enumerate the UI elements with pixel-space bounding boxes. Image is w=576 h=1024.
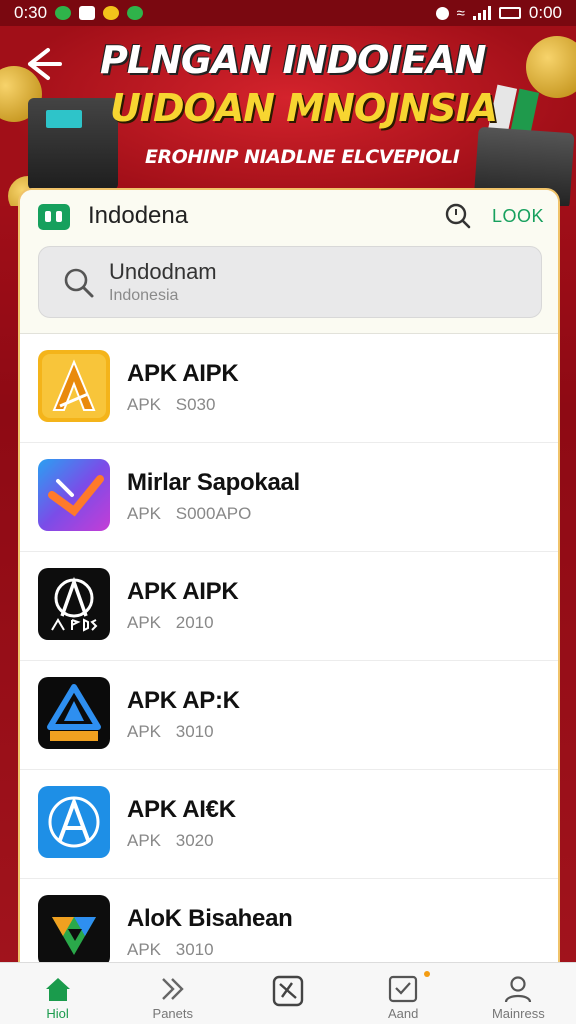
header-title: Indodena (88, 202, 189, 229)
app-name: AloK Bisahean (127, 905, 293, 932)
nav-label: Aand (387, 1006, 419, 1021)
app-list-card: Indodena LOOK Undodnam Indonesia APK AIP… (18, 188, 560, 978)
app-name: Mirlar Sapokaal (127, 469, 300, 496)
search-icon (64, 268, 94, 298)
apk-gradient-arrow-icon (38, 459, 110, 531)
app-list: APK AIPK APK S030 Mirlar Sapokaal APK S0… (20, 334, 558, 976)
checkbox-icon (389, 975, 418, 1003)
crossed-box-icon (272, 975, 304, 1007)
app-meta: APK S030 (127, 395, 216, 414)
card-header: Indodena LOOK Undodnam Indonesia (20, 190, 558, 334)
look-button[interactable]: LOOK (492, 206, 544, 227)
whatsapp-notification-icon (55, 6, 72, 20)
apk-black-apds-icon (38, 568, 110, 640)
banner-title-line1: PLNGAN INDOIEAN (100, 38, 487, 82)
app-meta: APK 3010 (127, 722, 214, 741)
nav-item-center[interactable] (233, 963, 343, 1024)
nav-label: Mainress (491, 1006, 545, 1021)
apk-yellow-a-icon (38, 350, 110, 422)
app-name: APK AP:K (127, 687, 240, 714)
nav-item-panets[interactable]: Panets (118, 963, 228, 1024)
apk-black-triangle-icon (38, 895, 110, 967)
search-placeholder: Indonesia (109, 287, 179, 304)
banner-title-line2: UIDOAN MNOJNSIA (110, 86, 498, 130)
app-meta: APK 2010 (127, 613, 214, 632)
wifi-icon: ≈ (456, 4, 465, 22)
mail-notification-icon (79, 6, 96, 20)
bottom-navigation: Hiol Panets Aand Mainress (0, 962, 576, 1024)
app-name: APK AIPK (127, 360, 239, 387)
app-name: APK AI€K (127, 796, 236, 823)
search-value: Undodnam (109, 259, 217, 284)
app-list-item[interactable]: APK AI€K APK 3020 (20, 770, 558, 879)
banner-subtitle: EROHINP NIADLNE ELCVEPIOLI (145, 146, 460, 168)
signal-icon (472, 6, 491, 20)
app-name: APK AIPK (127, 578, 239, 605)
shop-notification-icon (127, 6, 144, 20)
gold-coin-decoration (526, 36, 576, 98)
nav-item-aand[interactable]: Aand (348, 963, 458, 1024)
notification-dot (424, 971, 431, 977)
app-meta: APK 3020 (127, 831, 214, 850)
nav-label: Hiol (46, 1006, 69, 1021)
app-list-item[interactable]: Mirlar Sapokaal APK S000APO (20, 443, 558, 552)
nav-label: Panets (152, 1006, 194, 1021)
apk-black-blue-triangle-icon (38, 677, 110, 749)
promo-banner[interactable]: PLNGAN INDOIEAN UIDOAN MNOJNSIA EROHINP … (0, 26, 576, 206)
app-list-item[interactable]: APK AIPK APK 2010 (20, 552, 558, 661)
double-chevron-icon (161, 978, 184, 1000)
app-logo-icon (38, 204, 70, 230)
header-search-icon[interactable] (444, 202, 472, 230)
app-list-item[interactable]: APK AIPK APK S030 (20, 334, 558, 443)
user-icon (505, 976, 532, 1003)
search-input[interactable]: Undodnam Indonesia (38, 246, 542, 318)
status-time-right: 0:00 (528, 3, 562, 22)
back-arrow-icon (28, 48, 62, 80)
alarm-icon (435, 6, 449, 20)
home-icon (45, 978, 70, 1001)
nav-item-home[interactable]: Hiol (3, 963, 113, 1024)
app-notification-icon (103, 6, 120, 20)
printer-decoration (28, 98, 118, 190)
app-meta: APK 3010 (127, 940, 214, 959)
back-button[interactable] (22, 44, 66, 88)
battery-icon (498, 7, 521, 19)
status-bar: 0:30 ≈ 0:00 (0, 0, 576, 26)
nav-item-mainress[interactable]: Mainress (463, 963, 573, 1024)
app-list-item[interactable]: APK AP:K APK 3010 (20, 661, 558, 770)
app-meta: APK S000APO (127, 504, 252, 523)
status-time-left: 0:30 (14, 3, 48, 22)
apk-blue-a-icon (38, 786, 110, 858)
